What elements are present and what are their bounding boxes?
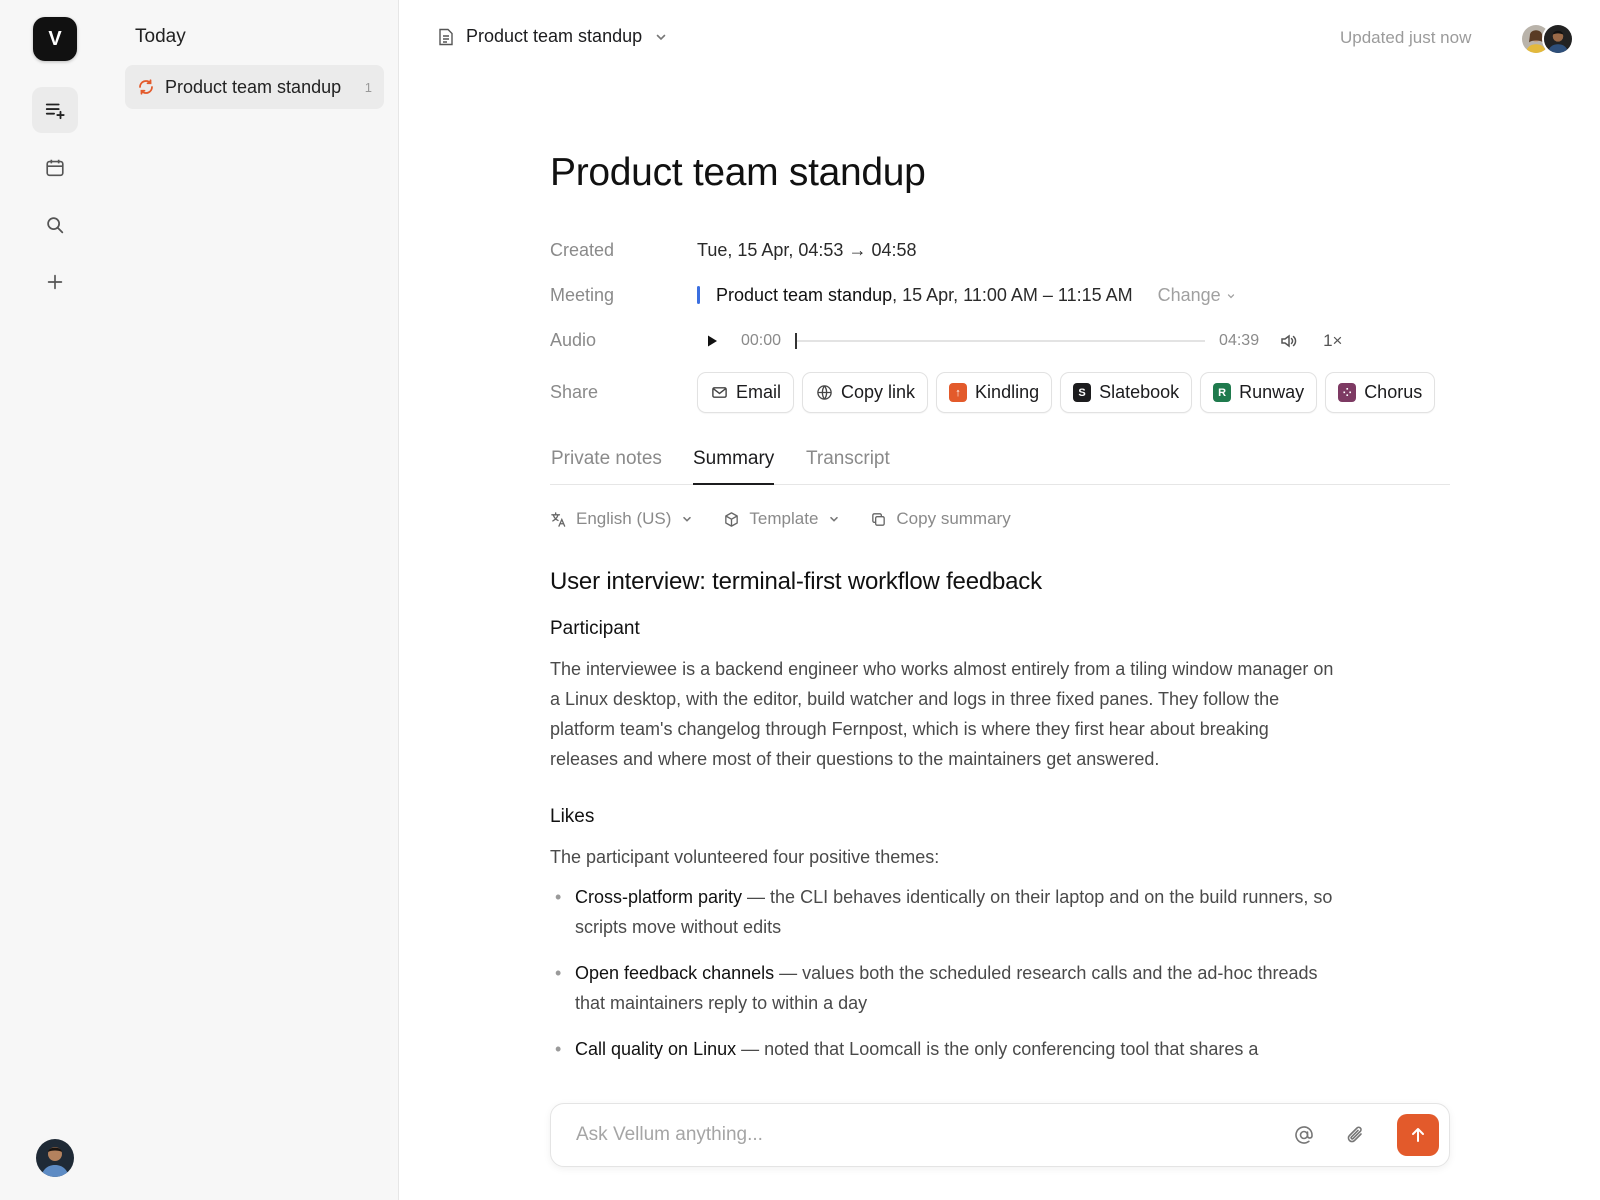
send-button[interactable] — [1397, 1114, 1439, 1156]
ask-bar — [550, 1103, 1450, 1167]
share-chorus-button[interactable]: ⁘ Chorus — [1325, 372, 1436, 413]
playback-speed-button[interactable]: 1× — [1323, 331, 1342, 351]
participant-heading: Participant — [550, 618, 640, 639]
kindling-icon: ↑ — [949, 383, 968, 402]
notes-nav-button[interactable] — [32, 87, 78, 133]
play-icon[interactable] — [705, 334, 719, 348]
audio-player: 00:00 04:39 1× — [705, 327, 1365, 355]
collaborator-avatars[interactable] — [1520, 23, 1578, 55]
calendar-nav-button[interactable] — [32, 145, 78, 191]
meeting-label: Meeting — [550, 285, 615, 305]
audio-total-time: 04:39 — [1219, 332, 1260, 349]
chevron-down-icon — [683, 516, 692, 522]
document-icon — [439, 28, 453, 45]
arrow-up-icon — [1412, 1128, 1424, 1142]
audio-scrubber[interactable] — [795, 333, 1206, 349]
sync-icon — [139, 79, 153, 95]
search-icon — [47, 217, 64, 234]
note-list-icon — [45, 103, 65, 120]
content-tabs: Private notes Summary Transcript — [550, 445, 1450, 485]
page-title: Product team standup — [550, 151, 926, 194]
likes-list: Cross-platform parity — the CLI behaves … — [550, 882, 1340, 1064]
user-avatar[interactable] — [36, 1139, 74, 1177]
attachment-icon[interactable] — [1345, 1124, 1367, 1146]
volume-icon[interactable] — [1279, 332, 1297, 350]
share-copy-link-button[interactable]: Copy link — [802, 372, 929, 413]
likes-heading: Likes — [550, 806, 595, 827]
chevron-down-icon — [1227, 294, 1234, 299]
chorus-icon: ⁘ — [1338, 383, 1357, 402]
participant-paragraph: The interviewee is a backend engineer wh… — [550, 659, 1334, 769]
tab-summary[interactable]: Summary — [693, 448, 775, 485]
share-kindling-button[interactable]: ↑ Kindling — [936, 372, 1053, 413]
translate-icon — [551, 511, 566, 527]
created-label: Created — [550, 240, 615, 260]
new-note-button[interactable] — [32, 259, 78, 305]
chevron-down-icon — [830, 516, 839, 522]
calendar-icon — [46, 159, 64, 177]
runway-icon: R — [1213, 383, 1232, 402]
audio-scrubber-handle[interactable] — [795, 333, 798, 349]
meeting-value: Product team standup, 15 Apr, 11:00 AM –… — [697, 285, 1236, 306]
sidebar-item-product-team-standup[interactable]: Product team standup 1 — [125, 65, 384, 109]
search-nav-button[interactable] — [32, 202, 78, 248]
summary-heading: User interview: terminal-first workflow … — [550, 568, 1042, 595]
audio-label: Audio — [550, 330, 597, 350]
ask-input[interactable] — [576, 1124, 1293, 1146]
app-rail: V — [0, 0, 110, 1200]
share-label: Share — [550, 382, 599, 402]
globe-icon — [816, 385, 832, 400]
tab-private-notes[interactable]: Private notes — [551, 448, 662, 485]
document-breadcrumb[interactable]: Product team standup — [438, 26, 668, 47]
audio-current-time: 00:00 — [741, 332, 782, 349]
share-slatebook-button[interactable]: S Slatebook — [1060, 372, 1193, 413]
collaborator-avatar — [1542, 23, 1574, 55]
language-select[interactable]: English (US) — [550, 509, 693, 529]
share-runway-button[interactable]: R Runway — [1200, 372, 1318, 413]
tab-transcript[interactable]: Transcript — [806, 448, 890, 485]
meeting-time: , 15 Apr, 11:00 AM – 11:15 AM — [892, 285, 1133, 305]
sidebar-heading: Today — [135, 26, 186, 47]
app-logo[interactable]: V — [33, 17, 77, 61]
created-value: Tue, 15 Apr, 04:53 → 04:58 — [697, 240, 917, 260]
breadcrumb-title: Product team standup — [466, 26, 643, 46]
template-select[interactable]: Template — [723, 509, 840, 529]
summary-toolbar: English (US) Template Copy summary — [550, 509, 1041, 529]
copy-summary-button[interactable]: Copy summary — [870, 509, 1011, 529]
sidebar-item-label: Product team standup — [165, 76, 342, 97]
sidebar-item-count: 1 — [364, 79, 372, 95]
share-buttons: Email Copy link ↑ Kindling S Slatebook R… — [697, 372, 1436, 413]
notes-sidebar: Today Product team standup 1 — [110, 0, 399, 1200]
share-email-button[interactable]: Email — [697, 372, 795, 413]
meeting-color-bar — [697, 286, 700, 304]
cube-icon — [725, 511, 739, 527]
plus-icon — [47, 274, 63, 290]
updated-status: Updated just now — [1340, 28, 1472, 47]
change-meeting-button[interactable]: Change — [1158, 285, 1236, 305]
list-item: Cross-platform parity — the CLI behaves … — [550, 882, 1340, 942]
mention-icon[interactable] — [1293, 1124, 1315, 1146]
likes-intro: The participant volunteered four positiv… — [550, 847, 940, 867]
mail-icon — [711, 387, 727, 398]
chevron-down-icon — [656, 34, 666, 40]
summary-content: User interview: terminal-first workflow … — [550, 568, 1340, 1080]
copy-icon — [872, 512, 886, 526]
list-item: Open feedback channels — values both the… — [550, 958, 1340, 1018]
slatebook-icon: S — [1073, 383, 1092, 402]
meeting-name[interactable]: Product team standup — [716, 285, 892, 305]
